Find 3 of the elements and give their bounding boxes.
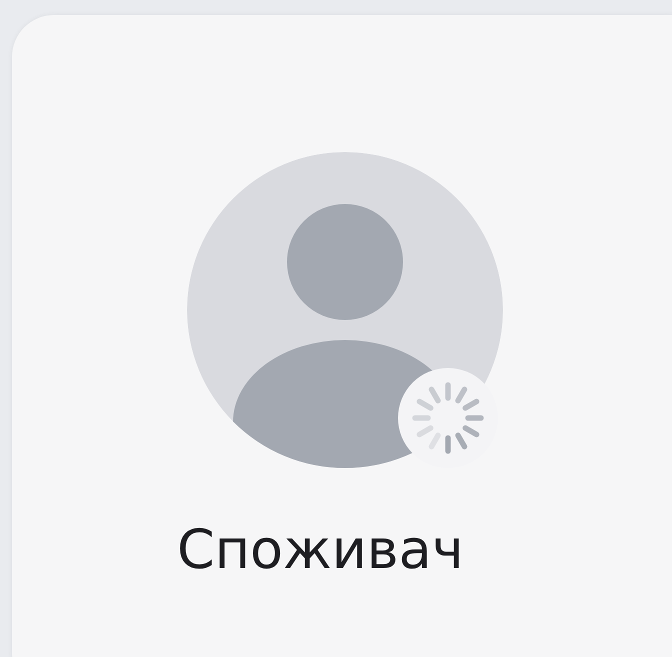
avatar-icon [187,152,503,468]
profile-card[interactable]: Споживач [12,15,672,657]
user-name: Споживач [177,520,464,580]
